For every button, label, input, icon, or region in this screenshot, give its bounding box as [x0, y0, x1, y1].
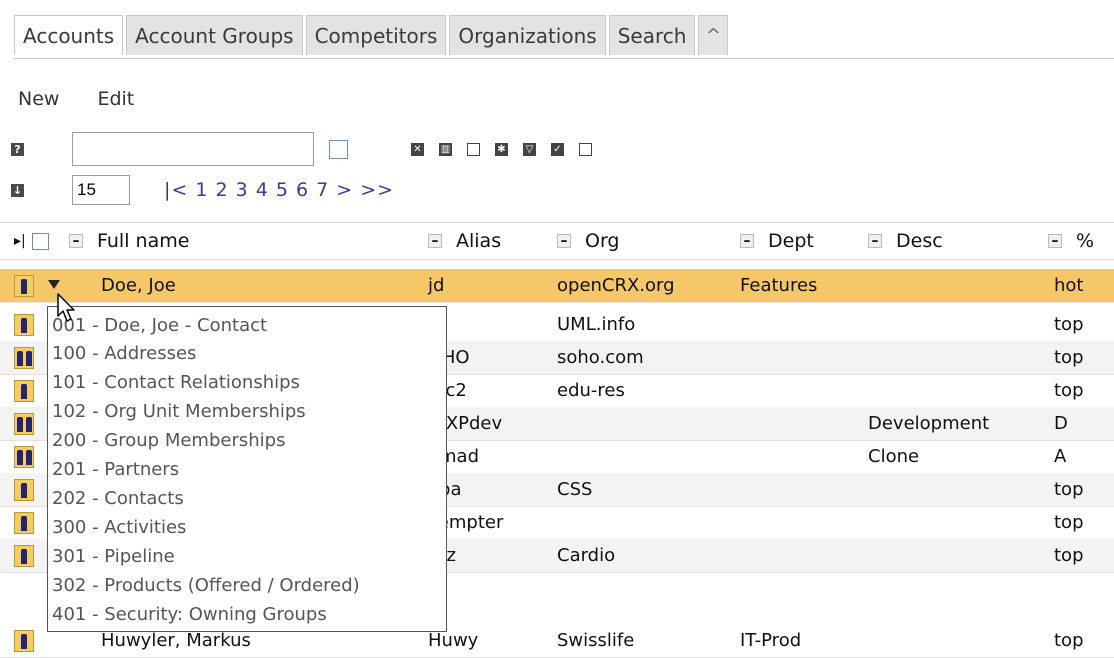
account-icon[interactable]: [14, 275, 34, 297]
account-icon[interactable]: [14, 545, 34, 567]
download-icon[interactable]: ↓: [11, 183, 24, 197]
star-icon[interactable]: ✱: [495, 142, 508, 156]
menu-item-partners[interactable]: 201 - Partners: [52, 455, 179, 483]
menu-item-activities[interactable]: 300 - Activities: [52, 513, 186, 541]
column-org[interactable]: – Org: [557, 223, 620, 259]
minus-icon: –: [1048, 234, 1062, 248]
search-toggle-checkbox[interactable]: [329, 139, 348, 159]
pager-links[interactable]: |< 1 2 3 4 5 6 7 > >>: [164, 179, 394, 201]
grid-toolbar: ✕ ▥ ✱ ▽ ✓ ≡: [411, 142, 607, 156]
tab-organizations[interactable]: Organizations: [449, 15, 606, 55]
table-row[interactable]: Doe, Joe jd openCRX.org Features hot: [0, 269, 1114, 303]
minus-icon: –: [740, 234, 754, 248]
column-desc[interactable]: – Desc: [868, 223, 943, 259]
column-percent[interactable]: –%: [1048, 223, 1094, 259]
menu-item-org-unit-memberships[interactable]: 102 - Org Unit Memberships: [52, 397, 306, 425]
columns-icon[interactable]: ▥: [439, 142, 452, 156]
clear-filter-icon[interactable]: ✕: [411, 142, 424, 156]
new-menu[interactable]: New: [18, 88, 59, 110]
menu-bar: New Edit: [18, 88, 172, 110]
tab-account-groups[interactable]: Account Groups: [126, 15, 303, 55]
group-account-icon[interactable]: [14, 413, 34, 435]
column-alias[interactable]: – Alias: [428, 223, 501, 259]
group-account-icon[interactable]: [14, 347, 34, 369]
menu-item-products[interactable]: 302 - Products (Offered / Ordered): [52, 571, 360, 599]
menu-item-contact[interactable]: 001 - Doe, Joe - Contact: [52, 311, 267, 339]
help-icon[interactable]: ?: [11, 142, 24, 156]
column-full-name[interactable]: – Full name: [69, 223, 189, 259]
page-size-input[interactable]: [72, 175, 130, 205]
edit-menu[interactable]: Edit: [97, 88, 134, 110]
account-icon[interactable]: [14, 630, 34, 652]
column-hide-icon[interactable]: [467, 142, 480, 156]
minus-icon: –: [428, 234, 442, 248]
filter-icon[interactable]: ▽: [523, 142, 536, 156]
account-icon[interactable]: [14, 512, 34, 534]
row-context-menu: 001 - Doe, Joe - Contact 100 - Addresses…: [47, 306, 447, 632]
search-input[interactable]: [72, 132, 314, 166]
select-all-checkbox[interactable]: [32, 232, 49, 250]
menu-item-security-owning-groups[interactable]: 401 - Security: Owning Groups: [52, 600, 327, 628]
check-icon[interactable]: ✓: [551, 142, 564, 156]
grid-header: ▸| – Full name – Alias – Org – Dept – Desc –%: [0, 222, 1114, 260]
menu-item-contacts[interactable]: 202 - Contacts: [52, 484, 184, 512]
group-account-icon[interactable]: [14, 446, 34, 468]
menu-item-addresses[interactable]: 100 - Addresses: [52, 339, 196, 367]
tab-competitors[interactable]: Competitors: [305, 15, 447, 55]
expand-all-icon[interactable]: ▸|: [14, 223, 26, 259]
column-dept[interactable]: – Dept: [740, 223, 814, 259]
account-icon[interactable]: [14, 479, 34, 501]
tab-divider: [14, 58, 1114, 59]
filter-row: ? ✕ ▥ ✱ ▽ ✓ ≡: [11, 132, 607, 166]
tab-collapse-button[interactable]: ^: [698, 15, 729, 55]
pager-row: ↓ |< 1 2 3 4 5 6 7 > >>: [11, 175, 394, 205]
menu-item-contact-relationships[interactable]: 101 - Contact Relationships: [52, 368, 300, 396]
minus-icon: –: [557, 234, 571, 248]
row-menu-arrow-icon[interactable]: [48, 280, 60, 289]
menu-item-pipeline[interactable]: 301 - Pipeline: [52, 542, 175, 570]
menu-item-group-memberships[interactable]: 200 - Group Memberships: [52, 426, 285, 454]
minus-icon: –: [69, 234, 83, 248]
tab-bar: Accounts Account Groups Competitors Orga…: [14, 15, 731, 59]
mouse-cursor-icon: [57, 293, 75, 322]
account-icon[interactable]: [14, 380, 34, 402]
minus-icon: –: [868, 234, 882, 248]
tab-search[interactable]: Search: [608, 15, 696, 55]
account-icon[interactable]: [14, 314, 34, 336]
tab-accounts[interactable]: Accounts: [14, 15, 124, 55]
list-icon[interactable]: ≡: [579, 142, 592, 156]
